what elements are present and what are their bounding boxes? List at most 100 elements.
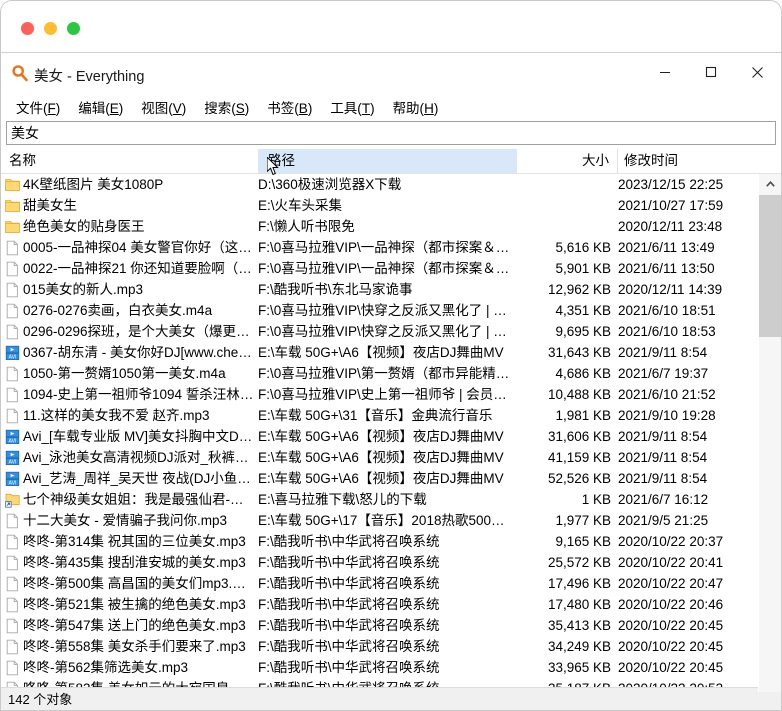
cell-path: E:\车载 50G+\A6【视频】夜店DJ舞曲MV	[258, 471, 504, 486]
table-row[interactable]: 0005-一品神探04 美女警官你好（这位美… F:\0喜马拉雅VIP\一品神探（…	[1, 237, 758, 258]
cell-name: Avi_艺涛_周祥_吴天世 夜战(DJ小鱼儿)我…	[23, 471, 256, 486]
scroll-up-arrow-icon[interactable]	[759, 174, 781, 195]
cell-date: 2021/9/11 8:54	[618, 345, 708, 360]
cell-path: F:\酷我听书\东北马家诡事	[258, 282, 413, 297]
table-row[interactable]: 咚咚-第562集筛选美女.mp3 F:\酷我听书\中华武将召唤系统 33,965 K…	[1, 657, 758, 678]
folder-icon	[5, 177, 20, 193]
file-icon	[5, 534, 20, 550]
cell-path: F:\0喜马拉雅VIP\快穿之反派又黑化了 | 爆笑…	[258, 324, 515, 339]
table-row[interactable]: 甜美女生 E:\火车头采集 2021/10/27 17:59	[1, 195, 758, 216]
cell-name: 咚咚-第314集 祝其国的三位美女.mp3	[23, 534, 246, 549]
table-row[interactable]: 11.这样的美女我不爱 赵齐.mp3 E:\车载 50G+\31【音乐】金典流行音…	[1, 405, 758, 426]
cell-size: 35,413 KB	[547, 618, 611, 633]
table-row[interactable]: AVI Avi_泳池美女高清视频DJ派对_秋裤大叔-… E:\车载 50G+\A6【…	[1, 447, 758, 468]
cell-date: 2021/9/11 8:54	[618, 429, 708, 444]
file-icon	[5, 408, 20, 424]
cell-date: 2020/10/22 20:46	[618, 597, 724, 612]
window-maximize-button[interactable]	[688, 54, 734, 90]
avi-icon: AVI	[5, 429, 20, 445]
cell-size: 17,480 KB	[547, 597, 611, 612]
mac-window-frame: 美女 - Everything 文件(F) 编辑(E) 视图(V) 搜索(S) 书签(B…	[0, 0, 782, 711]
table-row[interactable]: AVI Avi_艺涛_周祥_吴天世 夜战(DJ小鱼儿)我…E:\车载 50G+\A…	[1, 468, 758, 489]
table-row[interactable]: 七个神级美女姐姐：我是最强仙君-武雷.1… E:\喜马拉雅下载\怒儿的下载 1 KB…	[1, 489, 758, 510]
column-header-date[interactable]: 修改时间	[617, 149, 755, 173]
table-row[interactable]: 咚咚-第521集 被生擒的绝色美女.mp3 F:\酷我听书\中华武将召唤系统 17,…	[1, 594, 758, 615]
cell-path: F:\酷我听书\中华武将召唤系统	[258, 639, 440, 654]
search-bar	[1, 120, 781, 149]
table-row[interactable]: 1094-史上第一祖师爷1094 誓杀汪林之人… F:\0喜马拉雅VIP\史上第一…	[1, 384, 758, 405]
menu-item-3[interactable]: 搜索(S)	[195, 95, 258, 119]
table-row[interactable]: AVI Avi_[车载专业版 MV]美女抖胸中文DJ视… E:\车载 50G+\A6…	[1, 426, 758, 447]
file-icon	[5, 597, 20, 613]
cell-date: 2021/6/10 21:52	[618, 387, 716, 402]
table-row[interactable]: 0022-一品神探21 你还知道要脸啊（被美… F:\0喜马拉雅VIP\一品神探（…	[1, 258, 758, 279]
file-list[interactable]: 4K壁纸图片 美女1080P D:\360极速浏览器X下载 2023/12/15 2…	[1, 174, 781, 692]
cell-size: 25,572 KB	[547, 555, 611, 570]
table-row[interactable]: 015美女的新人.mp3 F:\酷我听书\东北马家诡事 12,962 KB 2020/…	[1, 279, 758, 300]
svg-text:AVI: AVI	[9, 480, 17, 486]
cell-name: 咚咚-第521集 被生擒的绝色美女.mp3	[23, 597, 246, 612]
menu-item-0[interactable]: 文件(F)	[7, 95, 69, 119]
table-row[interactable]: 4K壁纸图片 美女1080P D:\360极速浏览器X下载 2023/12/15 2…	[1, 174, 758, 195]
menu-item-6[interactable]: 帮助(H)	[384, 95, 448, 119]
cell-path: F:\酷我听书\中华武将召唤系统	[258, 555, 440, 570]
cell-name: 0005-一品神探04 美女警官你好（这位美…	[23, 240, 256, 255]
cell-name: 七个神级美女姐姐：我是最强仙君-武雷.1…	[23, 492, 256, 507]
scrollbar-thumb[interactable]	[759, 195, 781, 337]
menu-bar: 文件(F) 编辑(E) 视图(V) 搜索(S) 书签(B) 工具(T) 帮助(H)	[1, 94, 781, 120]
svg-text:AVI: AVI	[9, 438, 17, 444]
cell-path: E:\火车头采集	[258, 198, 343, 213]
window-minimize-button[interactable]	[642, 54, 688, 90]
column-header-name[interactable]: 名称	[1, 149, 258, 173]
cell-path: F:\0喜马拉雅VIP\一品神探（都市探案＆精品…	[258, 261, 515, 276]
cell-size: 34,249 KB	[547, 639, 611, 654]
file-icon	[5, 639, 20, 655]
table-row[interactable]: 1050-第一赘婿1050第一美女.m4a F:\0喜马拉雅VIP\第一赘婿（都市…	[1, 363, 758, 384]
table-row[interactable]: 咚咚-第314集 祝其国的三位美女.mp3 F:\酷我听书\中华武将召唤系统 9,1…	[1, 531, 758, 552]
table-row[interactable]: 咚咚-第435集 搜刮淮安城的美女.mp3 F:\酷我听书\中华武将召唤系统 25,…	[1, 552, 758, 573]
mac-maximize-button[interactable]	[67, 22, 80, 35]
table-row[interactable]: 咚咚-第558集 美女杀手们要来了.mp3 F:\酷我听书\中华武将召唤系统 34,…	[1, 636, 758, 657]
mac-close-button[interactable]	[21, 22, 34, 35]
table-row[interactable]: 咚咚-第547集 送上门的绝色美女.mp3 F:\酷我听书\中华武将召唤系统 35,…	[1, 615, 758, 636]
cell-path: F:\0喜马拉雅VIP\一品神探（都市探案＆精品…	[258, 240, 515, 255]
cell-name: 4K壁纸图片 美女1080P	[23, 177, 164, 192]
cell-date: 2021/9/11 8:54	[618, 450, 708, 465]
magnifier-icon	[11, 64, 29, 82]
app-title: 美女 - Everything	[34, 69, 145, 85]
cell-size: 41,159 KB	[547, 450, 611, 465]
menu-item-4[interactable]: 书签(B)	[258, 95, 321, 119]
table-row[interactable]: AVI 0367-胡东清 - 美女你好DJ[www.cheyk.c… E:\车载 5…	[1, 342, 758, 363]
table-row[interactable]: 绝色美女的贴身医王 F:\懒人听书限免 2020/12/11 23:48	[1, 216, 758, 237]
cell-name: 咚咚-第500集 高昌国的美女们mp3.mp3	[23, 576, 256, 591]
table-row[interactable]: 0276-0276卖画，白衣美女.m4a F:\0喜马拉雅VIP\快穿之反派又黑化…	[1, 300, 758, 321]
cell-size: 33,965 KB	[547, 660, 611, 675]
column-header-path[interactable]: 路径	[258, 149, 517, 173]
menu-item-1[interactable]: 编辑(E)	[69, 95, 132, 119]
table-row[interactable]: 0296-0296探班，是个大美女（爆更开启… F:\0喜马拉雅VIP\快穿之反派…	[1, 321, 758, 342]
cell-date: 2021/6/10 18:51	[618, 303, 716, 318]
cell-date: 2021/6/7 16:12	[618, 492, 709, 507]
avi-icon: AVI	[5, 471, 20, 487]
cell-path: F:\0喜马拉雅VIP\第一赘婿（都市异能精品双…	[258, 366, 515, 381]
menu-item-2[interactable]: 视图(V)	[132, 95, 195, 119]
window-close-button[interactable]	[734, 54, 780, 90]
cell-path: F:\酷我听书\中华武将召唤系统	[258, 660, 440, 675]
cell-name: Avi_泳池美女高清视频DJ派对_秋裤大叔-…	[23, 450, 256, 465]
mac-minimize-button[interactable]	[44, 22, 57, 35]
cell-name: 0367-胡东清 - 美女你好DJ[www.cheyk.c…	[23, 345, 256, 360]
column-header-size[interactable]: 大小	[517, 149, 615, 173]
file-list-rows: 4K壁纸图片 美女1080P D:\360极速浏览器X下载 2023/12/15 2…	[1, 174, 758, 692]
file-icon	[5, 240, 20, 256]
table-row[interactable]: 十二大美女 - 爱情骗子我问你.mp3 E:\车载 50G+\17【音乐】2018…	[1, 510, 758, 531]
vertical-scrollbar[interactable]	[758, 174, 781, 692]
cell-name: 十二大美女 - 爱情骗子我问你.mp3	[23, 513, 228, 528]
cell-name: 甜美女生	[23, 198, 77, 213]
search-input[interactable]	[6, 121, 776, 145]
cell-name: 咚咚-第547集 送上门的绝色美女.mp3	[23, 618, 246, 633]
menu-item-5[interactable]: 工具(T)	[321, 95, 383, 119]
cell-name: 015美女的新人.mp3	[23, 282, 144, 297]
avi-icon: AVI	[5, 450, 20, 466]
table-row[interactable]: 咚咚-第500集 高昌国的美女们mp3.mp3 F:\酷我听书\中华武将召唤系统 1…	[1, 573, 758, 594]
cell-size: 5,901 KB	[555, 261, 611, 276]
